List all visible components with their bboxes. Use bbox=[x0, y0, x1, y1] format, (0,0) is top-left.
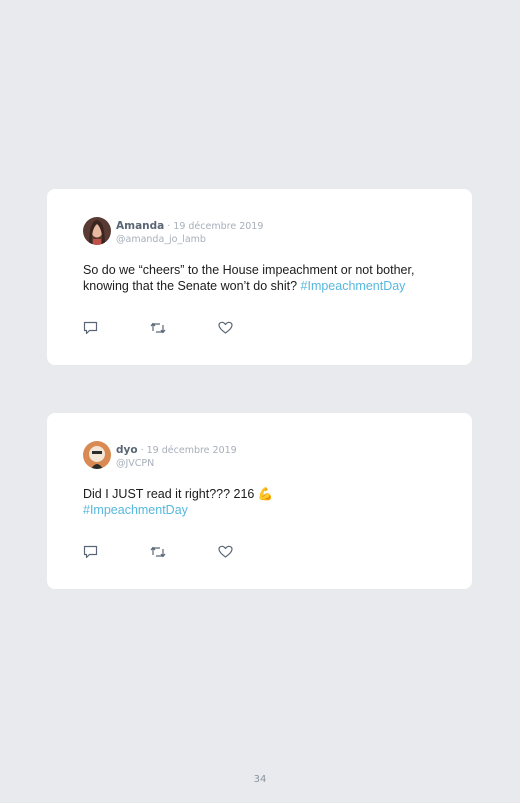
tweet-body: Did I JUST read it right??? 216 💪 bbox=[83, 487, 274, 501]
page-number: 34 bbox=[253, 774, 267, 785]
tweet-header: Amanda · 19 décembre 2019 @amanda_jo_lam… bbox=[116, 218, 263, 246]
tweet-date: · 19 décembre 2019 bbox=[164, 221, 264, 232]
like-button[interactable] bbox=[218, 321, 234, 335]
tweet-text: So do we “cheers” to the House impeachme… bbox=[83, 263, 453, 294]
tweet-date: · 19 décembre 2019 bbox=[137, 445, 237, 456]
avatar[interactable] bbox=[83, 441, 111, 469]
retweet-icon bbox=[150, 545, 166, 559]
tweet-header: dyo · 19 décembre 2019 @JVCPN bbox=[116, 442, 237, 470]
author-handle[interactable]: @JVCPN bbox=[116, 457, 237, 470]
author-handle[interactable]: @amanda_jo_lamb bbox=[116, 233, 263, 246]
hashtag-link[interactable]: #ImpeachmentDay bbox=[83, 503, 188, 517]
reply-button[interactable] bbox=[83, 321, 99, 335]
tweet-text: Did I JUST read it right??? 216 💪 #Impea… bbox=[83, 487, 453, 518]
retweet-button[interactable] bbox=[150, 321, 166, 335]
retweet-button[interactable] bbox=[150, 545, 166, 559]
tweet-card: Amanda · 19 décembre 2019 @amanda_jo_lam… bbox=[47, 189, 472, 365]
hashtag-link[interactable]: #ImpeachmentDay bbox=[301, 279, 406, 293]
avatar[interactable] bbox=[83, 217, 111, 245]
reply-icon bbox=[83, 321, 99, 335]
retweet-icon bbox=[150, 321, 166, 335]
tweet-card: dyo · 19 décembre 2019 @JVCPN Did I JUST… bbox=[47, 413, 472, 589]
like-button[interactable] bbox=[218, 545, 234, 559]
reply-button[interactable] bbox=[83, 545, 99, 559]
author-name[interactable]: Amanda bbox=[116, 220, 164, 232]
reply-icon bbox=[83, 545, 99, 559]
author-name[interactable]: dyo bbox=[116, 444, 138, 456]
heart-icon bbox=[218, 321, 234, 335]
heart-icon bbox=[218, 545, 234, 559]
